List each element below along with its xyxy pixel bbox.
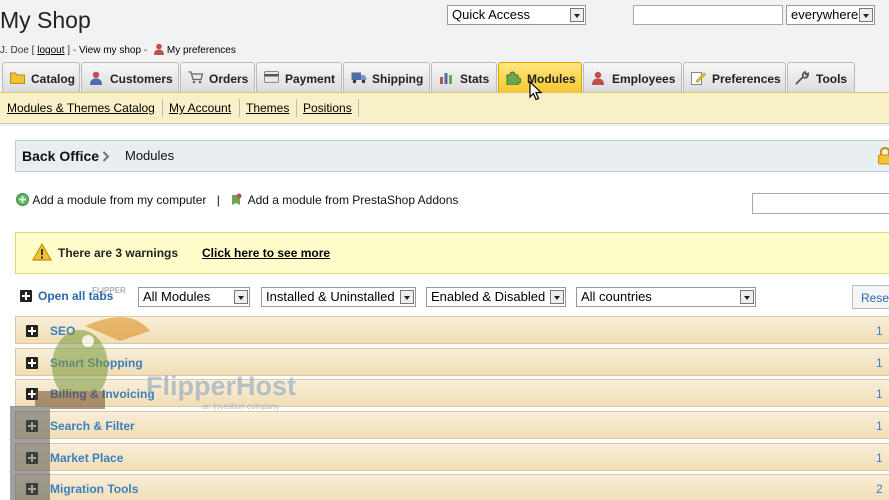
logout-link[interactable]: logout [37,45,64,56]
wrench-icon [795,71,809,85]
subnav-separator [239,99,240,117]
module-category-list: SEO 1 Smart Shopping 1 Billing & Invoici… [15,316,889,500]
watermark-brand: FlipperHost [146,371,297,401]
links-separator: | [216,192,220,207]
category-row-migration-tools[interactable]: Migration Tools 2 [15,474,889,500]
category-row-search-filter[interactable]: Search & Filter 1 [15,411,889,439]
tab-catalog[interactable]: Catalog [2,62,80,92]
bar-chart-icon [440,73,452,84]
warning-icon [32,243,52,261]
see-more-warnings-link[interactable]: Click here to see more [202,246,330,260]
search-scope-select[interactable]: everywhere [786,5,875,25]
subnav-separator [296,99,297,117]
puzzle-icon [506,71,521,85]
chevron-right-icon [102,151,110,162]
breadcrumb: Back Office Modules [15,140,889,172]
search-input[interactable] [633,5,783,25]
cart-icon [188,71,203,84]
plus-circle-icon [16,193,29,207]
module-filters: Open all tabs All Modules Installed & Un… [0,285,889,309]
subnav-themes[interactable]: Themes [246,101,289,115]
plus-box-icon [20,290,32,302]
subnav-my-account[interactable]: My Account [169,101,231,115]
expand-plus-icon[interactable] [26,452,38,464]
my-preferences-link[interactable]: My preferences [167,45,236,56]
breadcrumb-modules: Modules [125,148,175,163]
watermark-tagline: an investion company [202,402,280,411]
person-icon [592,71,604,85]
card-icon [264,71,279,83]
tab-shipping[interactable]: Shipping [343,62,430,92]
subnav-separator [358,99,359,117]
folder-icon [10,72,25,84]
pencil-paper-icon [691,72,706,85]
chevron-down-icon[interactable] [570,8,584,22]
warning-banner: There are 3 warnings Click here to see m… [15,232,889,274]
expand-plus-icon[interactable] [26,357,38,369]
chevron-down-icon[interactable] [234,290,248,304]
expand-plus-icon[interactable] [26,420,38,432]
mouse-cursor-icon [529,81,543,101]
lock-icon[interactable] [877,147,889,165]
sub-navigation: Modules & Themes Catalog My Account Them… [0,92,889,124]
watermark-badge: FLIPPER [92,286,126,295]
person-icon [90,71,102,85]
category-row-seo[interactable]: SEO 1 [15,316,889,344]
tab-preferences[interactable]: Preferences [683,62,786,92]
subnav-modules-themes-catalog[interactable]: Modules & Themes Catalog [7,101,155,115]
subnav-separator [162,99,163,117]
view-shop-link[interactable]: View my shop [79,45,141,56]
user-name: J. Doe [0,45,29,56]
install-status-filter[interactable]: Installed & Uninstalled [261,287,416,307]
main-tabs: Catalog Customers Orders Payment Shippin… [0,62,889,92]
country-filter[interactable]: All countries [576,287,756,307]
person-icon [153,43,164,55]
chevron-down-icon[interactable] [859,8,873,22]
subnav-positions[interactable]: Positions [303,101,352,115]
chevron-down-icon[interactable] [740,290,754,304]
tab-payment[interactable]: Payment [256,62,342,92]
expand-plus-icon[interactable] [26,325,38,337]
add-module-from-computer-link[interactable]: Add a module from my computer [32,193,206,207]
addons-icon [232,193,242,205]
tab-customers[interactable]: Customers [81,62,179,92]
top-header: My Shop J. Doe [ logout ] - View my shop… [0,0,889,126]
truck-icon [351,72,367,84]
expand-plus-icon[interactable] [26,483,38,495]
tab-tools[interactable]: Tools [787,62,855,92]
tab-orders[interactable]: Orders [180,62,255,92]
add-module-links: Add a module from my computer | Add a mo… [16,192,458,207]
user-line: J. Doe [ logout ] - View my shop - My pr… [0,43,236,56]
quick-access-select[interactable]: Quick Access [447,5,586,25]
category-row-market-place[interactable]: Market Place 1 [15,443,889,471]
enabled-status-filter[interactable]: Enabled & Disabled [426,287,566,307]
module-type-filter[interactable]: All Modules [138,287,250,307]
add-module-from-addons-link[interactable]: Add a module from PrestaShop Addons [248,193,459,207]
module-search-input[interactable] [752,193,889,214]
chevron-down-icon[interactable] [550,290,564,304]
warning-text: There are 3 warnings [58,246,179,260]
tab-stats[interactable]: Stats [431,62,497,92]
tab-employees[interactable]: Employees [583,62,682,92]
shop-title: My Shop [0,7,91,33]
breadcrumb-back-office[interactable]: Back Office [22,148,99,164]
reset-filters-button[interactable]: Reset [852,285,889,309]
chevron-down-icon[interactable] [400,290,414,304]
expand-plus-icon[interactable] [26,388,38,400]
